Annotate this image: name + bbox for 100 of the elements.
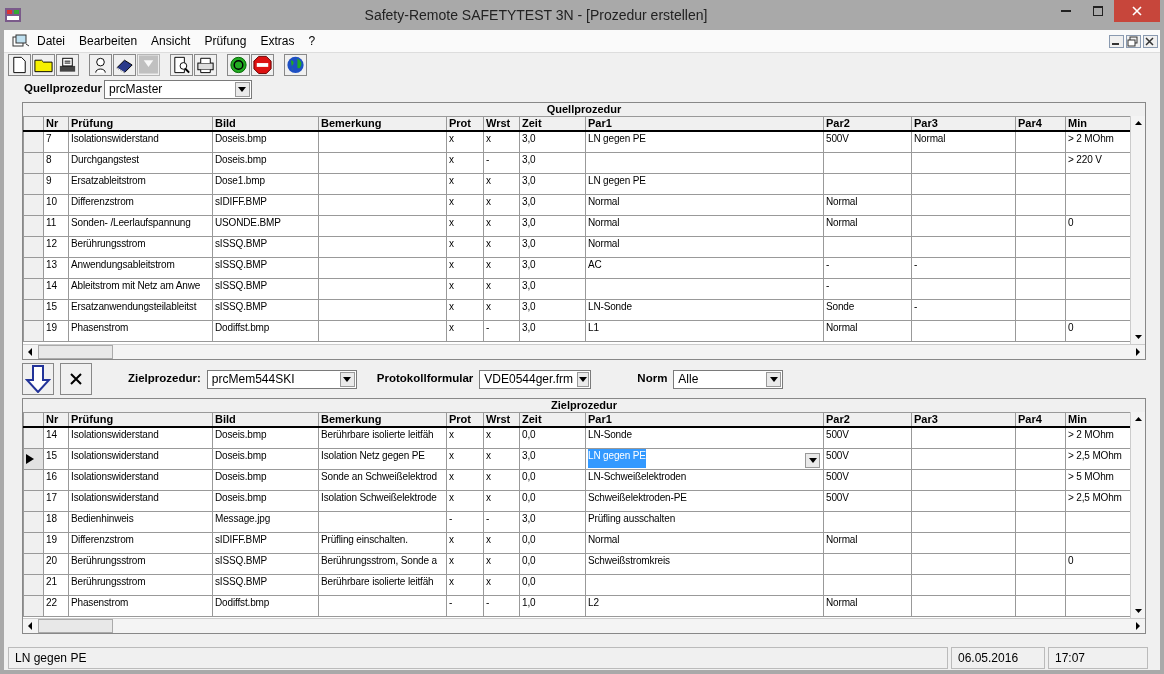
go-icon	[228, 54, 249, 75]
go-button[interactable]	[227, 53, 250, 76]
column-header[interactable]: Prot	[446, 412, 484, 427]
column-header[interactable]: Prüfung	[68, 116, 213, 131]
new-document-button[interactable]	[8, 53, 31, 76]
column-header[interactable]: Min	[1065, 116, 1130, 131]
table-cell: x	[483, 236, 520, 257]
caret-icon	[238, 86, 247, 92]
mdi-restore-button[interactable]	[1126, 34, 1141, 48]
stop-button[interactable]	[251, 53, 274, 76]
table-cell: x	[446, 194, 484, 215]
table-cell: Normal	[823, 194, 912, 215]
table-cell: Doseis.bmp	[212, 490, 319, 511]
row-header[interactable]	[23, 131, 44, 152]
column-header[interactable]: Zeit	[519, 116, 586, 131]
column-header[interactable]: Min	[1065, 412, 1130, 427]
column-header[interactable]: Bemerkung	[318, 412, 447, 427]
printer-button[interactable]	[194, 53, 217, 76]
row-pointer-icon	[26, 454, 34, 465]
table-cell: 3,0	[519, 257, 586, 278]
menu-item[interactable]: Ansicht	[144, 32, 198, 50]
print-preview-button[interactable]	[170, 53, 193, 76]
table-cell: 0,0	[519, 574, 586, 595]
column-header[interactable]: Bild	[212, 412, 319, 427]
column-header[interactable]: Bild	[212, 116, 319, 131]
eraser-button[interactable]	[113, 53, 136, 76]
column-header[interactable]: Prüfung	[68, 412, 213, 427]
table-cell: Isolationswiderstand	[68, 131, 213, 152]
table-cell: Isolationswiderstand	[68, 427, 213, 448]
column-header[interactable]: Par2	[823, 116, 912, 131]
table-cell: L1	[585, 320, 824, 341]
scrollbar-thumb[interactable]	[38, 345, 113, 359]
table-cell: sIDIFF.BMP	[212, 194, 319, 215]
copy-down-button[interactable]	[22, 363, 54, 395]
folder-button[interactable]	[32, 53, 55, 76]
protocol-form-dropdown[interactable]: VDE0544ger.frm	[479, 369, 592, 389]
delete-button[interactable]	[60, 363, 92, 395]
vertical-scrollbar[interactable]	[1130, 412, 1145, 618]
table-cell: Phasenstrom	[68, 595, 213, 616]
table-cell: Dodiffst.bmp	[212, 595, 319, 616]
tray-button[interactable]	[56, 53, 79, 76]
mdi-close-button[interactable]	[1143, 34, 1158, 48]
table-cell: x	[446, 236, 484, 257]
column-header[interactable]: Zeit	[519, 412, 586, 427]
table-cell: Dodiffst.bmp	[212, 320, 319, 341]
table-cell: Isolation Netz gegen PE	[318, 448, 447, 469]
table-cell: x	[483, 532, 520, 553]
table-cell: Berührungsstrom	[68, 236, 213, 257]
column-header[interactable]: Par1	[585, 116, 824, 131]
column-header[interactable]: Bemerkung	[318, 116, 447, 131]
source-procedure-dropdown[interactable]: prcMaster	[103, 79, 252, 99]
column-header[interactable]: Wrst	[483, 116, 520, 131]
table-cell: 19	[43, 532, 69, 553]
table-cell: x	[446, 152, 484, 173]
row-header[interactable]	[23, 427, 44, 448]
column-header[interactable]: Nr	[43, 116, 69, 131]
table-cell: 14	[43, 278, 69, 299]
menu-item[interactable]: ?	[301, 32, 323, 50]
scrollbar-thumb[interactable]	[38, 619, 113, 633]
table-cell: 20	[43, 553, 69, 574]
table-cell: Berührbare isolierte leitfäh	[318, 574, 447, 595]
norm-dropdown[interactable]: Alle	[673, 369, 784, 389]
table-cell: sISSQ.BMP	[212, 257, 319, 278]
column-header[interactable]: Par1	[585, 412, 824, 427]
table-cell: Phasenstrom	[68, 320, 213, 341]
table-cell: Ersatzanwendungsteilableitst	[68, 299, 213, 320]
menu-item[interactable]: Datei	[30, 32, 72, 50]
table-cell: 1,0	[519, 595, 586, 616]
row-selector[interactable]	[23, 448, 44, 469]
table-cell: -	[483, 595, 520, 616]
column-header[interactable]: Par2	[823, 412, 912, 427]
column-header[interactable]: Nr	[43, 412, 69, 427]
table-cell: 11	[43, 215, 69, 236]
mdi-minimize-button[interactable]	[1109, 34, 1124, 48]
table-cell: 3,0	[519, 194, 586, 215]
column-header[interactable]: Wrst	[483, 412, 520, 427]
table-cell: x	[446, 320, 484, 341]
target-procedure-dropdown[interactable]: prcMem544SKI	[206, 369, 357, 389]
caret-icon	[808, 457, 817, 463]
table-cell: x	[483, 448, 520, 469]
menu-item[interactable]: Prüfung	[197, 32, 254, 50]
menu-item[interactable]: Bearbeiten	[72, 32, 145, 50]
table-cell: 9	[43, 173, 69, 194]
column-header[interactable]: Par3	[911, 116, 1016, 131]
column-header[interactable]: Prot	[446, 116, 484, 131]
table-cell: -	[483, 152, 520, 173]
column-header[interactable]: Par4	[1015, 116, 1066, 131]
field-label: Norm	[637, 371, 668, 387]
horizontal-scrollbar[interactable]	[23, 344, 1145, 359]
column-header[interactable]: Par3	[911, 412, 1016, 427]
vertical-scrollbar[interactable]	[1130, 116, 1145, 344]
horizontal-scrollbar[interactable]	[23, 618, 1145, 633]
table-cell: LN gegen PE	[585, 173, 824, 194]
person-button[interactable]	[89, 53, 112, 76]
table-cell: Ersatzableitstrom	[68, 173, 213, 194]
column-header[interactable]: Par4	[1015, 412, 1066, 427]
globe-button[interactable]	[284, 53, 307, 76]
table-cell: Normal	[823, 320, 912, 341]
table-cell: x	[446, 448, 484, 469]
menu-item[interactable]: Extras	[253, 32, 302, 50]
